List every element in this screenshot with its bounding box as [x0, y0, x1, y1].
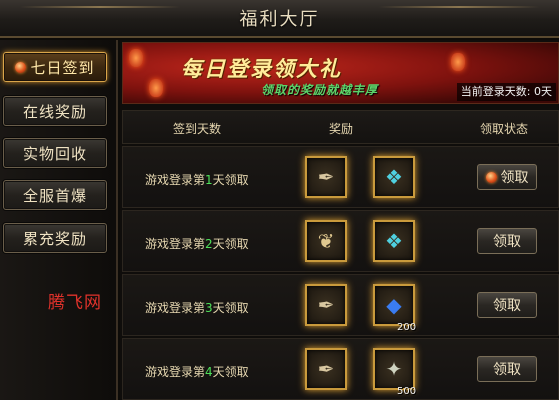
- row-label: 游戏登录第1天领取: [145, 171, 249, 188]
- active-indicator-icon: [15, 61, 27, 73]
- sidebar-item-label: 累充奖励: [22, 229, 87, 248]
- scroll-icon: ✒: [317, 293, 335, 317]
- day-number: 2: [205, 237, 213, 251]
- item-quantity: 200: [397, 322, 417, 333]
- claim-button[interactable]: 领取: [477, 356, 537, 382]
- table-row: 游戏登录第3天领取 ✒ ◆ 200 领取: [122, 274, 559, 336]
- claim-label: 领取: [493, 362, 521, 378]
- lantern-icon: [129, 49, 143, 67]
- claim-button[interactable]: 领取: [477, 228, 537, 254]
- header-days: 签到天数: [173, 122, 222, 136]
- label-suffix: 天领取: [212, 301, 249, 315]
- sidebar-item-recharge-reward[interactable]: 累充奖励: [3, 223, 107, 253]
- sidebar-item-label: 在线奖励: [22, 102, 87, 121]
- scroll-icon: ✒: [317, 357, 335, 381]
- reward-slot[interactable]: ❖: [373, 156, 415, 198]
- login-days-counter: 当前登录天数: 0天: [456, 83, 556, 101]
- claim-label: 领取: [500, 170, 529, 186]
- daily-login-banner: 每日登录领大礼 领取的奖励就越丰厚 当前登录天数: 0天: [122, 42, 559, 104]
- watermark: 腾飞网: [48, 293, 102, 313]
- header-status: 领取状态: [480, 122, 529, 136]
- sidebar-item-server-first-drop[interactable]: 全服首爆: [3, 180, 107, 210]
- item-quantity: 500: [397, 386, 417, 397]
- day-number: 4: [205, 365, 213, 379]
- reward-slot[interactable]: ❦: [305, 220, 347, 262]
- claim-label: 领取: [493, 298, 521, 314]
- claim-button[interactable]: 领取: [477, 164, 537, 190]
- table-row: 游戏登录第1天领取 ✒ ❖ 领取: [122, 146, 559, 208]
- table-header: 签到天数 奖励 领取状态: [122, 110, 559, 144]
- sack-icon: ❦: [317, 229, 335, 253]
- teal-crystal-icon: ❖: [385, 229, 403, 253]
- reward-slot[interactable]: ◆ 200: [373, 284, 416, 333]
- claim-button[interactable]: 领取: [477, 292, 537, 318]
- reward-slot[interactable]: ✒: [305, 348, 347, 390]
- row-label: 游戏登录第3天领取: [145, 299, 249, 316]
- blue-gem-icon: ◆: [386, 293, 402, 317]
- lantern-icon: [451, 53, 465, 71]
- main-panel: 每日登录领大礼 领取的奖励就越丰厚 当前登录天数: 0天 签到天数 奖励 领取状…: [120, 40, 559, 400]
- scroll-icon: ✒: [317, 165, 335, 189]
- label-prefix: 游戏登录第: [145, 173, 206, 187]
- sidebar-item-item-recycle[interactable]: 实物回收: [3, 138, 107, 168]
- sidebar: 七日签到 在线奖励 实物回收 全服首爆 累充奖励: [0, 40, 118, 400]
- sidebar-item-online-reward[interactable]: 在线奖励: [3, 96, 107, 126]
- claim-indicator-icon: [485, 171, 497, 183]
- label-prefix: 游戏登录第: [145, 301, 206, 315]
- day-number: 1: [205, 173, 213, 187]
- table-row: 游戏登录第4天领取 ✒ ✦ 500 领取: [122, 338, 559, 400]
- window-title: 福利大厅: [239, 9, 320, 30]
- row-label: 游戏登录第2天领取: [145, 235, 249, 252]
- banner-subtitle: 领取的奖励就越丰厚: [261, 83, 379, 97]
- teal-crystal-icon: ❖: [385, 165, 403, 189]
- reward-slot[interactable]: ✦ 500: [373, 348, 416, 397]
- label-suffix: 天领取: [212, 237, 249, 251]
- sidebar-item-seven-day-checkin[interactable]: 七日签到: [3, 52, 107, 82]
- label-suffix: 天领取: [212, 173, 249, 187]
- label-prefix: 游戏登录第: [145, 365, 206, 379]
- table-row: 游戏登录第2天领取 ❦ ❖ 领取: [122, 210, 559, 272]
- sidebar-item-label: 实物回收: [22, 144, 87, 163]
- banner-title: 每日登录领大礼: [181, 56, 342, 81]
- reward-slot[interactable]: ❖: [373, 220, 415, 262]
- sidebar-item-label: 七日签到: [30, 58, 95, 77]
- day-number: 3: [205, 301, 213, 315]
- lantern-icon: [149, 79, 163, 97]
- label-suffix: 天领取: [212, 365, 249, 379]
- reward-slot[interactable]: ✒: [305, 284, 347, 326]
- title-bar: 福利大厅: [0, 0, 559, 38]
- row-label: 游戏登录第4天领取: [145, 363, 249, 380]
- claim-label: 领取: [493, 234, 521, 250]
- header-reward: 奖励: [329, 122, 354, 136]
- silver-pack-icon: ✦: [385, 357, 403, 381]
- label-prefix: 游戏登录第: [145, 237, 206, 251]
- sidebar-item-label: 全服首爆: [22, 186, 87, 205]
- reward-slot[interactable]: ✒: [305, 156, 347, 198]
